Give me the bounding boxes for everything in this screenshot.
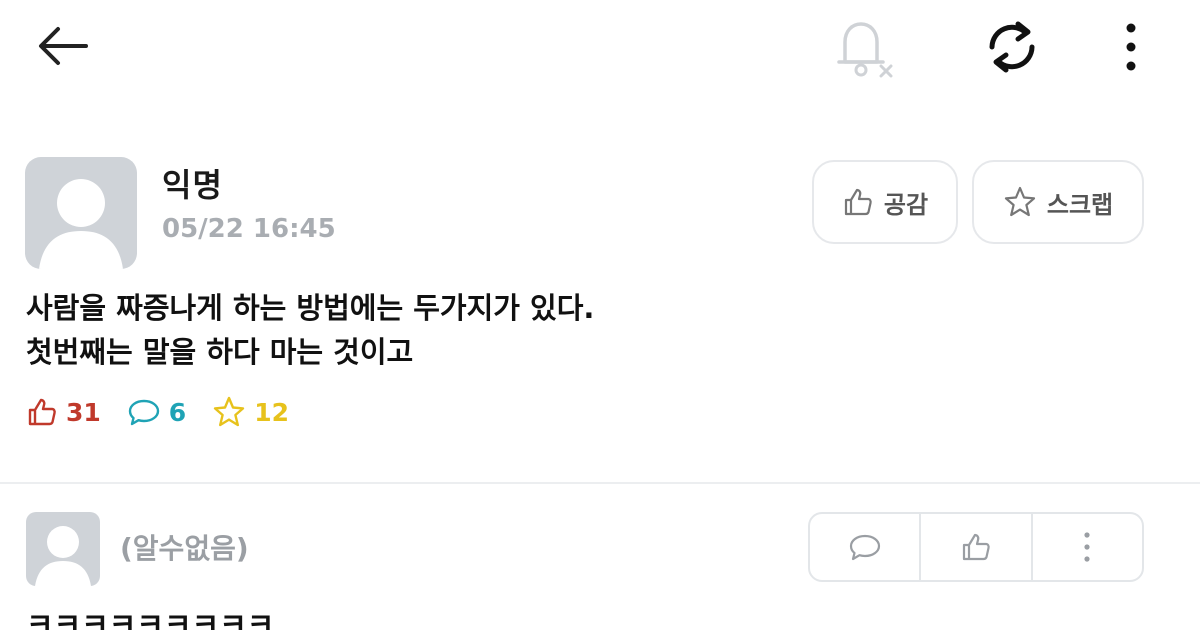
post-author: 익명 <box>162 166 223 204</box>
more-vertical-icon <box>1084 532 1090 562</box>
star-icon <box>214 396 245 427</box>
comment-more-button[interactable] <box>1030 514 1142 580</box>
comment-author: (알수없음) <box>120 532 249 565</box>
top-bar <box>0 0 1200 100</box>
star-icon <box>1004 186 1035 217</box>
scrap-button[interactable]: 스크랩 <box>972 160 1144 244</box>
scrap-button-label: 스크랩 <box>1046 190 1114 219</box>
refresh-button[interactable] <box>978 14 1046 80</box>
comment-author-avatar <box>26 512 100 586</box>
reply-button[interactable] <box>810 514 919 580</box>
like-button[interactable]: 공감 <box>812 160 958 244</box>
author-avatar <box>25 157 137 269</box>
back-button[interactable] <box>30 18 94 74</box>
like-button-label: 공감 <box>883 190 929 219</box>
comment-bubble-icon <box>128 399 159 426</box>
default-avatar-icon <box>39 179 123 269</box>
comment-count-value: 6 <box>168 397 187 427</box>
scrap-count-value: 12 <box>254 397 289 427</box>
thumbs-up-icon <box>28 398 56 426</box>
post-detail-screen: 익명 05/22 16:45 공감 스크랩 사람을 짜증나게 하는 방법에는 두… <box>0 0 1200 630</box>
default-avatar-icon <box>35 526 91 586</box>
thumbs-up-icon <box>962 533 990 561</box>
more-vertical-icon <box>1126 23 1136 71</box>
post-stats: 31 6 12 <box>26 392 315 432</box>
scrap-count: 12 <box>212 395 289 429</box>
like-count-value: 31 <box>66 397 101 427</box>
refresh-icon <box>989 21 1035 73</box>
arrow-left-icon <box>39 27 88 65</box>
like-count: 31 <box>26 396 101 428</box>
comment-actions <box>808 512 1144 582</box>
comment-count: 6 <box>127 397 186 427</box>
post-body: 사람을 짜증나게 하는 방법에는 두가지가 있다. 첫번째는 말을 하다 마는 … <box>26 286 926 374</box>
post-timestamp: 05/22 16:45 <box>162 214 336 244</box>
more-options-button[interactable] <box>1108 14 1154 80</box>
notification-off-button[interactable] <box>828 12 900 82</box>
comment-text: ㅋㅋㅋㅋㅋㅋㅋㅋㅋ <box>26 608 275 630</box>
thumbs-up-icon <box>844 188 872 216</box>
bell-off-icon <box>837 22 893 78</box>
post-body-line: 첫번째는 말을 하다 마는 것이고 <box>26 335 414 369</box>
comment-bubble-icon <box>849 534 880 561</box>
comment-like-button[interactable] <box>919 514 1030 580</box>
section-divider <box>0 482 1200 484</box>
post-body-line: 사람을 짜증나게 하는 방법에는 두가지가 있다. <box>26 291 595 325</box>
